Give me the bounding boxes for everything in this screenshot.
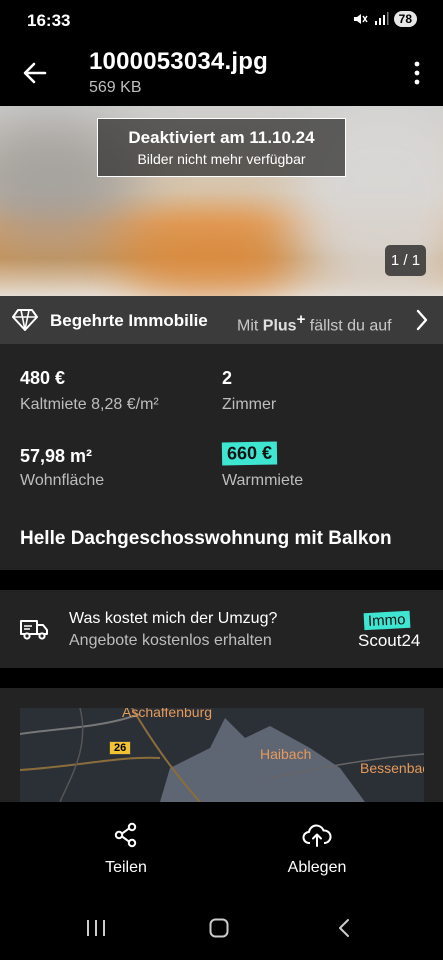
map-label-place: Bessenbach (360, 760, 424, 776)
immoscout-logo: Immo Scout24 (358, 610, 426, 652)
battery-indicator: 78 (393, 11, 417, 27)
truck-icon (20, 620, 48, 640)
warm-rent-value: 660 € (221, 441, 278, 466)
status-bar: 16:33 78 (0, 0, 443, 42)
moving-subtitle: Angebote kostenlos erhalten (69, 632, 272, 649)
area-label: Wohnfläche (20, 472, 105, 489)
rooms-label: Zimmer (222, 396, 277, 413)
image-page-indicator: 1 / 1 (385, 245, 426, 276)
status-icons: 78 (352, 11, 417, 27)
back-icon[interactable] (337, 918, 351, 938)
plus-banner-text: Mit Plus+ fällst du auf (237, 311, 392, 335)
image-blur (120, 226, 300, 296)
plus-banner[interactable]: Begehrte Immobilie Mit Plus+ fällst du a… (0, 296, 443, 344)
mute-icon (353, 14, 368, 24)
map-card: Aschaffenburg 26 Haibach Bessenbach (0, 688, 443, 802)
deactivated-title: Deaktiviert am 11.10.24 (128, 128, 315, 147)
save-label: Ablegen (287, 859, 347, 876)
deactivated-notice: Deaktiviert am 11.10.24 Bilder nicht meh… (97, 118, 346, 177)
system-nav-bar (0, 896, 443, 960)
area-value: 57,98 m² (20, 446, 93, 466)
share-icon (114, 822, 137, 848)
moving-title: Was kostet mich der Umzug? (69, 610, 278, 627)
save-button[interactable]: Ablegen (267, 822, 367, 877)
share-label: Teilen (105, 859, 147, 876)
location-map[interactable]: Aschaffenburg 26 Haibach Bessenbach (20, 708, 424, 802)
file-size: 569 KB (89, 79, 142, 96)
signal-icon (374, 12, 389, 25)
cold-rent-label: Kaltmiete 8,28 €/m² (20, 396, 159, 413)
plus-brand: Plus (262, 317, 297, 335)
chevron-right-icon (416, 309, 428, 331)
listing-title: Helle Dachgeschosswohnung mit Balkon (20, 528, 392, 549)
cold-rent-value: 480 € (20, 368, 66, 388)
more-vert-icon[interactable] (413, 60, 421, 86)
listing-image[interactable]: Deaktiviert am 11.10.24 Bilder nicht meh… (0, 106, 443, 296)
moving-cost-card[interactable]: Was kostet mich der Umzug? Angebote kost… (0, 590, 443, 668)
map-shapes (20, 708, 424, 802)
status-time: 16:33 (27, 11, 71, 30)
map-label-city: Aschaffenburg (122, 708, 213, 720)
logo-bottom: Scout24 (358, 631, 421, 650)
plus-banner-title: Begehrte Immobilie (50, 311, 208, 330)
listing-details: 480 € Kaltmiete 8,28 €/m² 2 Zimmer 57,98… (0, 344, 443, 570)
file-title: 1000053034.jpg (89, 48, 268, 75)
share-button[interactable]: Teilen (76, 822, 176, 877)
warm-rent-label: Warmmiete (222, 472, 304, 489)
cloud-upload-icon (302, 824, 332, 847)
back-arrow-icon[interactable] (22, 60, 48, 86)
deactivated-subtitle: Bilder nicht mehr verfügbar (137, 151, 306, 167)
recents-icon[interactable] (86, 918, 106, 938)
rooms-value: 2 (222, 368, 233, 388)
action-bar: Teilen Ablegen (0, 802, 443, 896)
road-badge: 26 (109, 741, 132, 755)
viewer-header: 1000053034.jpg 569 KB (0, 42, 443, 106)
map-label-place: Haibach (260, 746, 312, 762)
home-icon[interactable] (209, 918, 229, 938)
diamond-icon (12, 309, 38, 331)
logo-top: Immo (363, 610, 410, 631)
